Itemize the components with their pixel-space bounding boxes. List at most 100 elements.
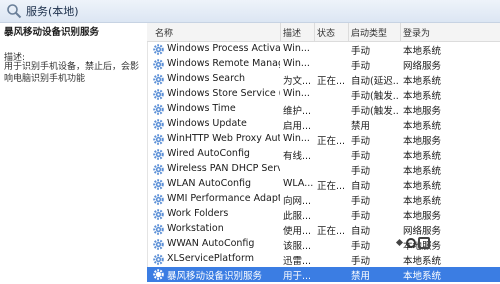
service-logon-cell: 本地系统: [403, 256, 442, 266]
service-logon-cell: 本地系统: [403, 91, 442, 101]
service-logon-cell: 本地系统: [403, 76, 442, 86]
service-description-cell: 有线...: [283, 151, 312, 161]
service-startup-type-cell: 手动(触发...: [351, 106, 399, 116]
table-row[interactable]: WinHTTP Web Proxy Aut... Win... 正在... 手动 本地服…: [147, 132, 500, 147]
table-row[interactable]: Windows Search 为文... 正在... 自动(延迟... 本地系统: [147, 72, 500, 87]
service-startup-type-cell: 手动: [351, 241, 371, 251]
service-status-cell: [317, 118, 347, 131]
table-row[interactable]: Wireless PAN DHCP Server 手动 本地系统: [147, 162, 500, 177]
service-name-cell: Windows Update: [167, 118, 247, 129]
table-row[interactable]: Wired AutoConfig 有线... 手动 本地系统: [147, 147, 500, 162]
window-header: 服务(本地): [0, 0, 500, 23]
service-description-cell: WLA...: [283, 178, 313, 189]
table-row[interactable]: Windows Time 维护... 手动(触发... 本地服务: [147, 102, 500, 117]
service-name-cell: Windows Process Activati...: [167, 43, 280, 54]
column-header-name[interactable]: 名称: [155, 26, 173, 39]
service-gear-icon: [152, 73, 165, 86]
service-startup-type-cell: 禁用: [351, 121, 371, 131]
column-headers: 名称 描述 状态 启动类型 登录为: [147, 23, 500, 42]
service-description-cell: [283, 163, 313, 176]
column-divider[interactable]: [348, 23, 349, 41]
column-divider[interactable]: [280, 23, 281, 41]
service-description-cell: 此服...: [283, 211, 312, 221]
table-row[interactable]: Windows Process Activati...Win... 手动 本地系统: [147, 42, 500, 57]
service-logon-cell: 本地系统: [403, 196, 442, 206]
service-gear-icon: [152, 178, 165, 191]
column-header-description[interactable]: 描述: [283, 26, 301, 39]
service-name-cell: Wired AutoConfig: [167, 148, 250, 159]
service-logon-cell: 本地系统: [403, 121, 442, 131]
service-startup-type-cell: 手动: [351, 46, 371, 56]
table-row[interactable]: Workstation 使用... 正在... 自动 网络服务: [147, 222, 500, 237]
service-gear-icon: [152, 208, 165, 221]
table-row[interactable]: Windows Remote Manag...Win... 手动 网络服务: [147, 57, 500, 72]
service-logon-cell: 本地系统: [403, 181, 442, 191]
column-header-startup-type[interactable]: 启动类型: [351, 26, 387, 39]
service-startup-type-cell: 自动(延迟...: [351, 76, 399, 86]
window-title: 服务(本地): [26, 5, 79, 18]
service-name-cell: Workstation: [167, 223, 224, 234]
service-name-cell: WWAN AutoConfig: [167, 238, 255, 249]
service-description-cell: Win...: [283, 133, 310, 144]
service-startup-type-cell: 手动(触发...: [351, 91, 399, 101]
service-status-cell: [317, 103, 347, 116]
service-details-pane: 暴风移动设备识别服务 描述: 用于识别手机设备，禁止后，会影响电脑识别手机功能: [0, 23, 148, 275]
service-gear-icon: [152, 43, 165, 56]
table-row[interactable]: Windows Update 启用... 禁用 本地系统: [147, 117, 500, 132]
table-row[interactable]: XLServicePlatform 迅雷... 手动 本地系统: [147, 252, 500, 267]
table-row[interactable]: Windows Store Service (... Win... 手动(触发...…: [147, 87, 500, 102]
table-row[interactable]: WWAN AutoConfig 该服... 手动 本地服务: [147, 237, 500, 252]
service-description-cell: 该服...: [283, 241, 312, 251]
service-description-cell: Win...: [283, 58, 310, 69]
service-status-cell: [317, 163, 347, 176]
service-description-cell: Win...: [283, 43, 310, 54]
column-header-logon-as[interactable]: 登录为: [403, 26, 430, 39]
selected-service-title: 暴风移动设备识别服务: [4, 27, 100, 38]
service-gear-icon: [152, 103, 165, 116]
service-startup-type-cell: 手动: [351, 151, 371, 161]
service-gear-icon: [152, 88, 165, 101]
service-description-cell: 维护...: [283, 106, 312, 116]
service-description-cell: 迅雷...: [283, 256, 312, 266]
service-name-cell: Work Folders: [167, 208, 229, 219]
table-row[interactable]: Work Folders 此服... 手动 本地服务: [147, 207, 500, 222]
service-gear-icon: [152, 238, 165, 251]
service-description-cell: 启用...: [283, 121, 312, 131]
service-name-cell: Windows Search: [167, 73, 246, 84]
search-services-icon: [7, 4, 22, 19]
service-logon-cell: 本地系统: [403, 151, 442, 161]
service-logon-cell: 网络服务: [403, 226, 442, 236]
column-divider[interactable]: [400, 23, 401, 41]
service-status-cell: [317, 43, 347, 56]
service-startup-type-cell: 手动: [351, 211, 371, 221]
watermark-square: [418, 237, 430, 249]
service-name-cell: Windows Time: [167, 103, 236, 114]
service-gear-icon: [152, 223, 165, 236]
services-table: 名称 描述 状态 启动类型 登录为 Windows Process Activa…: [147, 23, 500, 282]
service-status-cell: 正在...: [317, 181, 346, 191]
service-startup-type-cell: 手动: [351, 196, 371, 206]
service-startup-type-cell: 自动: [351, 181, 371, 191]
service-name-cell: Wireless PAN DHCP Server: [167, 163, 280, 174]
table-row[interactable]: WLAN AutoConfig WLA... 正在... 自动 本地系统: [147, 177, 500, 192]
service-name-cell: WinHTTP Web Proxy Aut...: [167, 133, 280, 144]
service-description-cell: 为文...: [283, 76, 312, 86]
service-status-cell: [317, 238, 347, 251]
service-status-cell: 正在...: [317, 226, 346, 236]
column-divider[interactable]: [314, 23, 315, 41]
service-startup-type-cell: 手动: [351, 166, 371, 176]
service-status-cell: [317, 148, 347, 161]
service-logon-cell: 本地服务: [403, 211, 442, 221]
service-description-cell: Win...: [283, 88, 310, 99]
service-name-cell: WMI Performance Adapt...: [167, 193, 280, 204]
service-status-cell: [317, 208, 347, 221]
service-status-cell: 正在...: [317, 76, 346, 86]
column-header-status[interactable]: 状态: [317, 26, 335, 39]
service-description-cell: 向网...: [283, 196, 312, 206]
service-logon-cell: 本地服务: [403, 136, 442, 146]
service-description-cell: 使用...: [283, 226, 312, 236]
watermark-circle: [406, 238, 416, 248]
service-name-cell: XLServicePlatform: [167, 253, 254, 264]
table-row[interactable]: WMI Performance Adapt... 向网... 手动 本地系统: [147, 192, 500, 207]
service-startup-type-cell: 手动: [351, 256, 371, 266]
